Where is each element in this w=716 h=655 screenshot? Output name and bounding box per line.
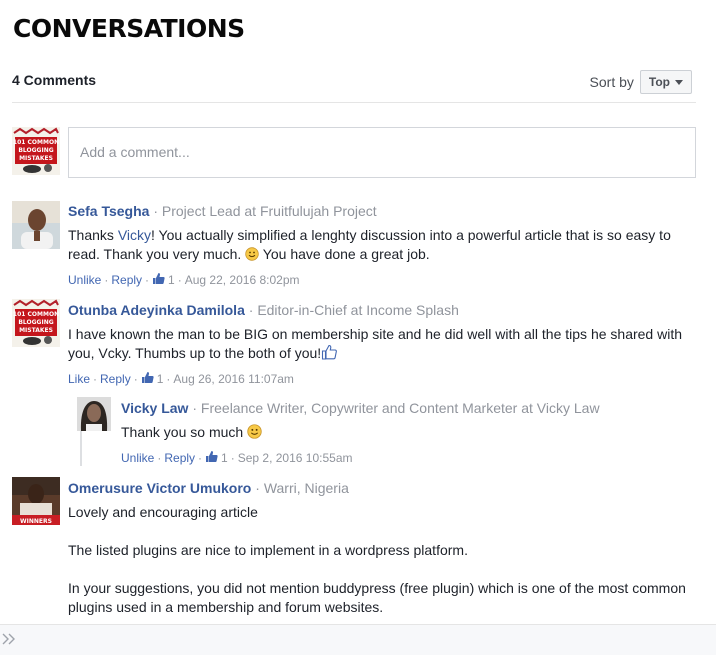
comment-header: Vicky Law · Freelance Writer, Copywriter…: [121, 400, 600, 416]
comment-body: Thank you so much: [121, 423, 702, 444]
comment-item: Otunba Adeyinka Damilola · Editor-in-Chi…: [68, 301, 702, 387]
comment-item: Omerusure Victor Umukoro · Warri, Nigeri…: [68, 479, 702, 617]
comment-timestamp[interactable]: Sep 2, 2016 10:55am: [238, 451, 353, 465]
svg-text:MISTAKES: MISTAKES: [19, 327, 53, 334]
commenter-avatar[interactable]: [12, 201, 60, 249]
svg-text:BLOGGING: BLOGGING: [18, 319, 53, 326]
commenter-avatar[interactable]: 101 COMMON BLOGGING MISTAKES: [12, 299, 60, 347]
sort-value: Top: [648, 75, 670, 89]
reply-button[interactable]: Reply: [100, 372, 131, 386]
comment-item: Sefa Tsegha · Project Lead at Fruitfuluj…: [68, 202, 702, 288]
comment-actions: Unlike · Reply · 1 · Aug 22, 2016 8:02pm: [68, 272, 300, 288]
commenter-subtitle: Freelance Writer, Copywriter and Content…: [200, 400, 600, 416]
reply-item: Vicky Law · Freelance Writer, Copywriter…: [121, 399, 702, 466]
svg-text:MISTAKES: MISTAKES: [19, 155, 53, 162]
bottom-bar: [0, 624, 716, 655]
svg-text:BLOGGING: BLOGGING: [18, 147, 53, 154]
comment-header: Otunba Adeyinka Damilola · Editor-in-Chi…: [68, 302, 459, 318]
sort-dropdown[interactable]: Top: [639, 70, 692, 94]
thumbs-up-icon[interactable]: [205, 450, 218, 466]
like-count: 1: [156, 372, 164, 386]
reply-button[interactable]: Reply: [111, 273, 142, 287]
thumbs-up-emoji-icon: [321, 344, 338, 365]
commenter-name[interactable]: Otunba Adeyinka Damilola: [68, 302, 245, 318]
commenter-subtitle: Editor-in-Chief at Income Splash: [257, 302, 459, 318]
commenter-name[interactable]: Omerusure Victor Umukoro: [68, 480, 251, 496]
svg-text:WINNERS: WINNERS: [20, 518, 52, 525]
commenter-name[interactable]: Vicky Law: [121, 400, 188, 416]
svg-text:101 COMMON: 101 COMMON: [13, 139, 59, 146]
like-count: 1: [168, 273, 175, 287]
sort-label: Sort by: [589, 74, 634, 90]
mention-link[interactable]: Vicky: [118, 227, 151, 243]
unlike-button[interactable]: Unlike: [68, 273, 101, 287]
thumbs-up-icon[interactable]: [152, 272, 165, 288]
commenter-name[interactable]: Sefa Tsegha: [68, 203, 149, 219]
comment-paragraph: In your suggestions, you did not mention…: [68, 580, 686, 615]
svg-text:101 COMMON: 101 COMMON: [13, 311, 59, 318]
like-button[interactable]: Like: [68, 372, 90, 386]
smile-emoji-icon: [245, 247, 259, 266]
comment-timestamp[interactable]: Aug 22, 2016 8:02pm: [185, 273, 300, 287]
comments-toolbar: 4 Comments Sort by Top: [12, 68, 696, 103]
comment-input[interactable]: Add a comment...: [68, 127, 696, 178]
commenter-subtitle: Project Lead at Fruitfulujah Project: [161, 203, 377, 219]
thumbs-up-icon[interactable]: [141, 371, 154, 387]
commenter-subtitle: Warri, Nigeria: [263, 480, 349, 496]
comment-body: Thanks Vicky! You actually simplified a …: [68, 226, 702, 266]
comment-timestamp[interactable]: Aug 26, 2016 11:07am: [173, 372, 294, 386]
comment-body: I have known the man to be BIG on member…: [68, 325, 702, 365]
comment-paragraph: The listed plugins are nice to implement…: [68, 542, 468, 558]
comment-actions: Like · Reply · 1 · Aug 26, 2016 11:07am: [68, 371, 294, 387]
comment-actions: Unlike · Reply · 1 · Sep 2, 2016 10:55am: [121, 450, 353, 466]
comment-paragraph: Lovely and encouraging article: [68, 504, 258, 520]
page-title: CONVERSATIONS: [13, 14, 245, 43]
sort-control: Sort by Top: [590, 70, 692, 94]
commenter-avatar[interactable]: WINNERS: [12, 477, 60, 525]
unlike-button[interactable]: Unlike: [121, 451, 154, 465]
comment-header: Sefa Tsegha · Project Lead at Fruitfuluj…: [68, 203, 377, 219]
like-count: 1: [221, 451, 228, 465]
current-user-avatar: 101 COMMON BLOGGING MISTAKES: [12, 127, 60, 175]
commenter-avatar[interactable]: [77, 397, 111, 431]
reply-button[interactable]: Reply: [164, 451, 195, 465]
comment-count: 4 Comments: [12, 72, 97, 88]
comment-body: Lovely and encouraging article The liste…: [68, 503, 702, 617]
chevron-down-icon: [675, 80, 683, 85]
smile-emoji-icon: [247, 424, 262, 444]
double-chevron-right-icon[interactable]: [2, 632, 16, 648]
comment-header: Omerusure Victor Umukoro · Warri, Nigeri…: [68, 480, 349, 496]
